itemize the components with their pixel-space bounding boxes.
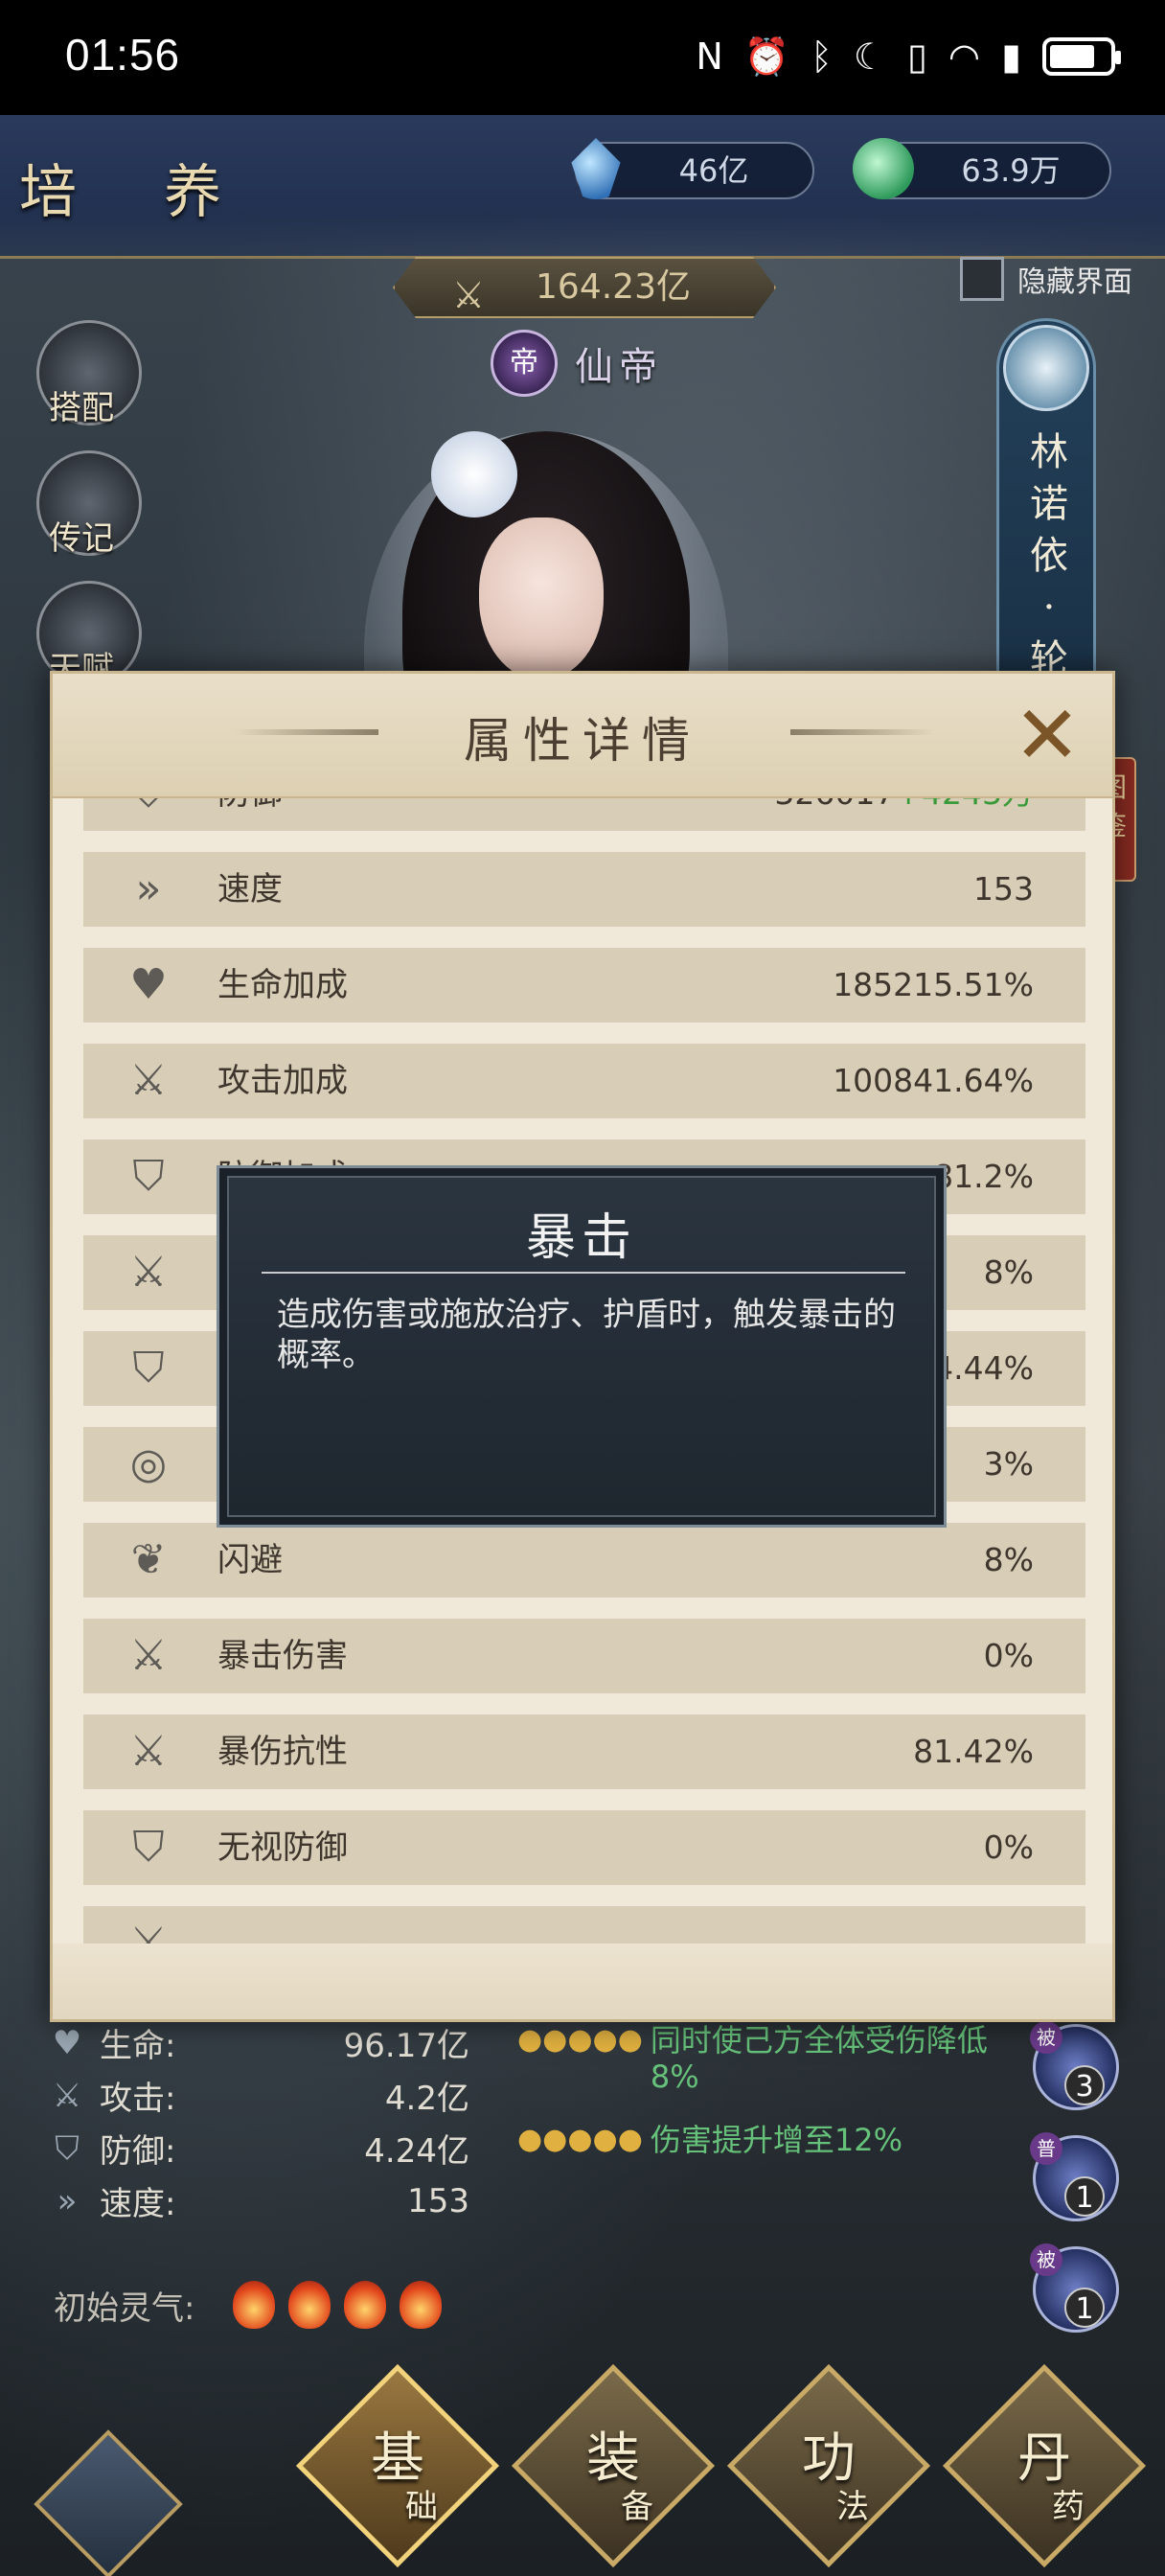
stat-row-attack: ⚔ 攻击: 4.2亿 bbox=[48, 2069, 469, 2122]
bluetooth-icon: ᛒ bbox=[811, 35, 833, 78]
heart-plus-icon: ♥ bbox=[129, 960, 168, 1009]
pairing-label: 搭配 bbox=[49, 389, 114, 427]
status-bar: 01:56 N ⏰ ᛒ ☾ ▯ ◠ ▮ bbox=[0, 0, 1165, 115]
signal-icon: ▮ bbox=[1001, 35, 1021, 78]
combat-power-value: 164.23亿 bbox=[536, 267, 691, 307]
wifi-icon: ◠ bbox=[948, 35, 981, 78]
combat-power: ⚔ 164.23亿 bbox=[393, 257, 776, 318]
attribute-row-partial: ⚔ bbox=[83, 1906, 1085, 1944]
star-dots-icon: ●●●●● bbox=[517, 2023, 643, 2057]
nfc-icon: N bbox=[696, 35, 723, 78]
page-title: 培 养 bbox=[19, 159, 257, 226]
hide-ui-label: 隐藏界面 bbox=[1017, 265, 1132, 299]
tooltip-divider bbox=[262, 1272, 905, 1274]
alarm-icon: ⏰ bbox=[743, 35, 790, 78]
crystal-resource[interactable]: 46亿 bbox=[571, 138, 814, 199]
ignore-defense-icon: ⛉ bbox=[132, 1823, 165, 1872]
effect-item: ●●●●● 伤害提升增至12% bbox=[517, 2122, 903, 2158]
shield-icon: ⛉ bbox=[132, 1344, 165, 1392]
skill-badge[interactable]: 被 3 bbox=[1030, 2021, 1119, 2110]
tooltip-title: 暴击 bbox=[525, 1209, 637, 1267]
stat-row-speed: » 速度: 153 bbox=[48, 2174, 469, 2227]
close-button[interactable]: ✕ bbox=[1009, 695, 1085, 775]
crit-icon: ⚔ bbox=[129, 1248, 168, 1297]
battery-icon bbox=[1042, 37, 1121, 76]
skill-badge[interactable]: 普 1 bbox=[1030, 2132, 1119, 2221]
flame-icon bbox=[288, 2281, 331, 2329]
attribute-row-ignore-defense: ⛉ 无视防御 0% bbox=[83, 1810, 1085, 1885]
attribute-row-dodge: ❦ 闪避 8% bbox=[83, 1523, 1085, 1598]
attribute-row-defense: ⛉ 防御 326017+4243万 bbox=[83, 798, 1085, 831]
crystal-icon bbox=[571, 138, 621, 199]
sword-icon: ⚔ bbox=[129, 1919, 168, 1944]
effects-list: ●●●●● 同时使己方全体受伤降低8% ●●●●● 伤害提升增至12% bbox=[517, 2022, 1016, 2185]
modal-footer bbox=[53, 1944, 1112, 2019]
speed-icon: » bbox=[135, 864, 162, 913]
biography-label: 传记 bbox=[49, 519, 114, 558]
attribute-row-speed: » 速度 153 bbox=[83, 852, 1085, 927]
flame-icon bbox=[344, 2281, 387, 2329]
base-stats: ♥ 生命: 96.17亿 ⚔ 攻击: 4.2亿 ⛉ 防御: 4.24亿 » 速度: 15… bbox=[48, 2016, 469, 2227]
tooltip-description: 造成伤害或施放治疗、护盾时，触发暴击的概率。 bbox=[277, 1296, 896, 1374]
crit-damage-icon: ⚔ bbox=[129, 1631, 168, 1680]
modal-header: 属性详情 ✕ bbox=[53, 674, 1112, 798]
stat-row-hp: ♥ 生命: 96.17亿 bbox=[48, 2016, 469, 2069]
skill-badges: 被 3 普 1 被 1 bbox=[1030, 2021, 1119, 2358]
crit-resist-icon: ⚔ bbox=[129, 1727, 168, 1776]
wing-icon: ❦ bbox=[130, 1535, 167, 1584]
crystal-value: 46亿 bbox=[678, 152, 749, 189]
bottom-nav: 基础 装备 功法 丹药 bbox=[0, 2363, 1165, 2576]
hide-ui-checkbox[interactable] bbox=[960, 257, 1004, 301]
biography-button[interactable]: 传记 bbox=[36, 450, 142, 558]
jade-resource[interactable]: 63.9万 bbox=[853, 138, 1111, 199]
back-button[interactable] bbox=[34, 2429, 183, 2576]
origin-qi: 初始灵气: bbox=[54, 2281, 443, 2329]
jade-icon bbox=[853, 138, 914, 199]
origin-qi-label: 初始灵气: bbox=[54, 2288, 195, 2328]
vibrate-icon: ▯ bbox=[906, 35, 927, 78]
shield-icon: ⛉ bbox=[122, 798, 175, 820]
sword-icon: ⚔ bbox=[452, 274, 486, 316]
attribute-row-attack-bonus: ⚔ 攻击加成 100841.64% bbox=[83, 1044, 1085, 1118]
hide-ui-toggle[interactable]: 隐藏界面 bbox=[960, 257, 1132, 301]
top-bar: 培 养 46亿 63.9万 bbox=[0, 115, 1165, 259]
shield-icon: ⛉ bbox=[55, 2128, 80, 2168]
skill-badge[interactable]: 被 1 bbox=[1030, 2243, 1119, 2333]
status-icons: N ⏰ ᛒ ☾ ▯ ◠ ▮ bbox=[696, 33, 1121, 80]
origin-qi-flames bbox=[233, 2281, 443, 2329]
heart-icon: ♥ bbox=[52, 2023, 82, 2062]
stat-row-defense: ⛉ 防御: 4.24亿 bbox=[48, 2122, 469, 2174]
pairing-button[interactable]: 搭配 bbox=[36, 320, 142, 427]
jade-value: 63.9万 bbox=[961, 152, 1061, 189]
sword-plus-icon: ⚔ bbox=[129, 1056, 168, 1105]
attribute-row-hp-bonus: ♥ 生命加成 185215.51% bbox=[83, 948, 1085, 1023]
character-name: 林诺依·轮 bbox=[1030, 430, 1068, 681]
flame-icon bbox=[400, 2281, 443, 2329]
cloud-emblem-icon bbox=[1003, 325, 1089, 411]
effect-item: ●●●●● 同时使己方全体受伤降低8% bbox=[517, 2022, 988, 2095]
status-time: 01:56 bbox=[65, 30, 181, 80]
target-icon: ◎ bbox=[129, 1439, 168, 1488]
flower-icon bbox=[431, 431, 517, 518]
attribute-row-crit-damage: ⚔ 暴击伤害 0% bbox=[83, 1619, 1085, 1693]
rank-badge-icon: 帝 bbox=[491, 330, 558, 397]
shield-plus-icon: ⛉ bbox=[132, 1152, 165, 1201]
flame-icon bbox=[233, 2281, 276, 2329]
sword-icon: ⚔ bbox=[52, 2076, 82, 2115]
star-dots-icon: ●●●●● bbox=[517, 2123, 643, 2156]
speed-icon: » bbox=[57, 2181, 78, 2220]
rank-label: 仙帝 bbox=[575, 345, 663, 389]
crit-tooltip: 暴击 造成伤害或施放治疗、护盾时，触发暴击的概率。 bbox=[217, 1165, 947, 1528]
rank: 帝 仙帝 bbox=[491, 330, 663, 397]
modal-title: 属性详情 bbox=[464, 713, 701, 769]
attribute-row-crit-damage-resist: ⚔ 暴伤抗性 81.42% bbox=[83, 1714, 1085, 1789]
moon-icon: ☾ bbox=[853, 35, 886, 78]
